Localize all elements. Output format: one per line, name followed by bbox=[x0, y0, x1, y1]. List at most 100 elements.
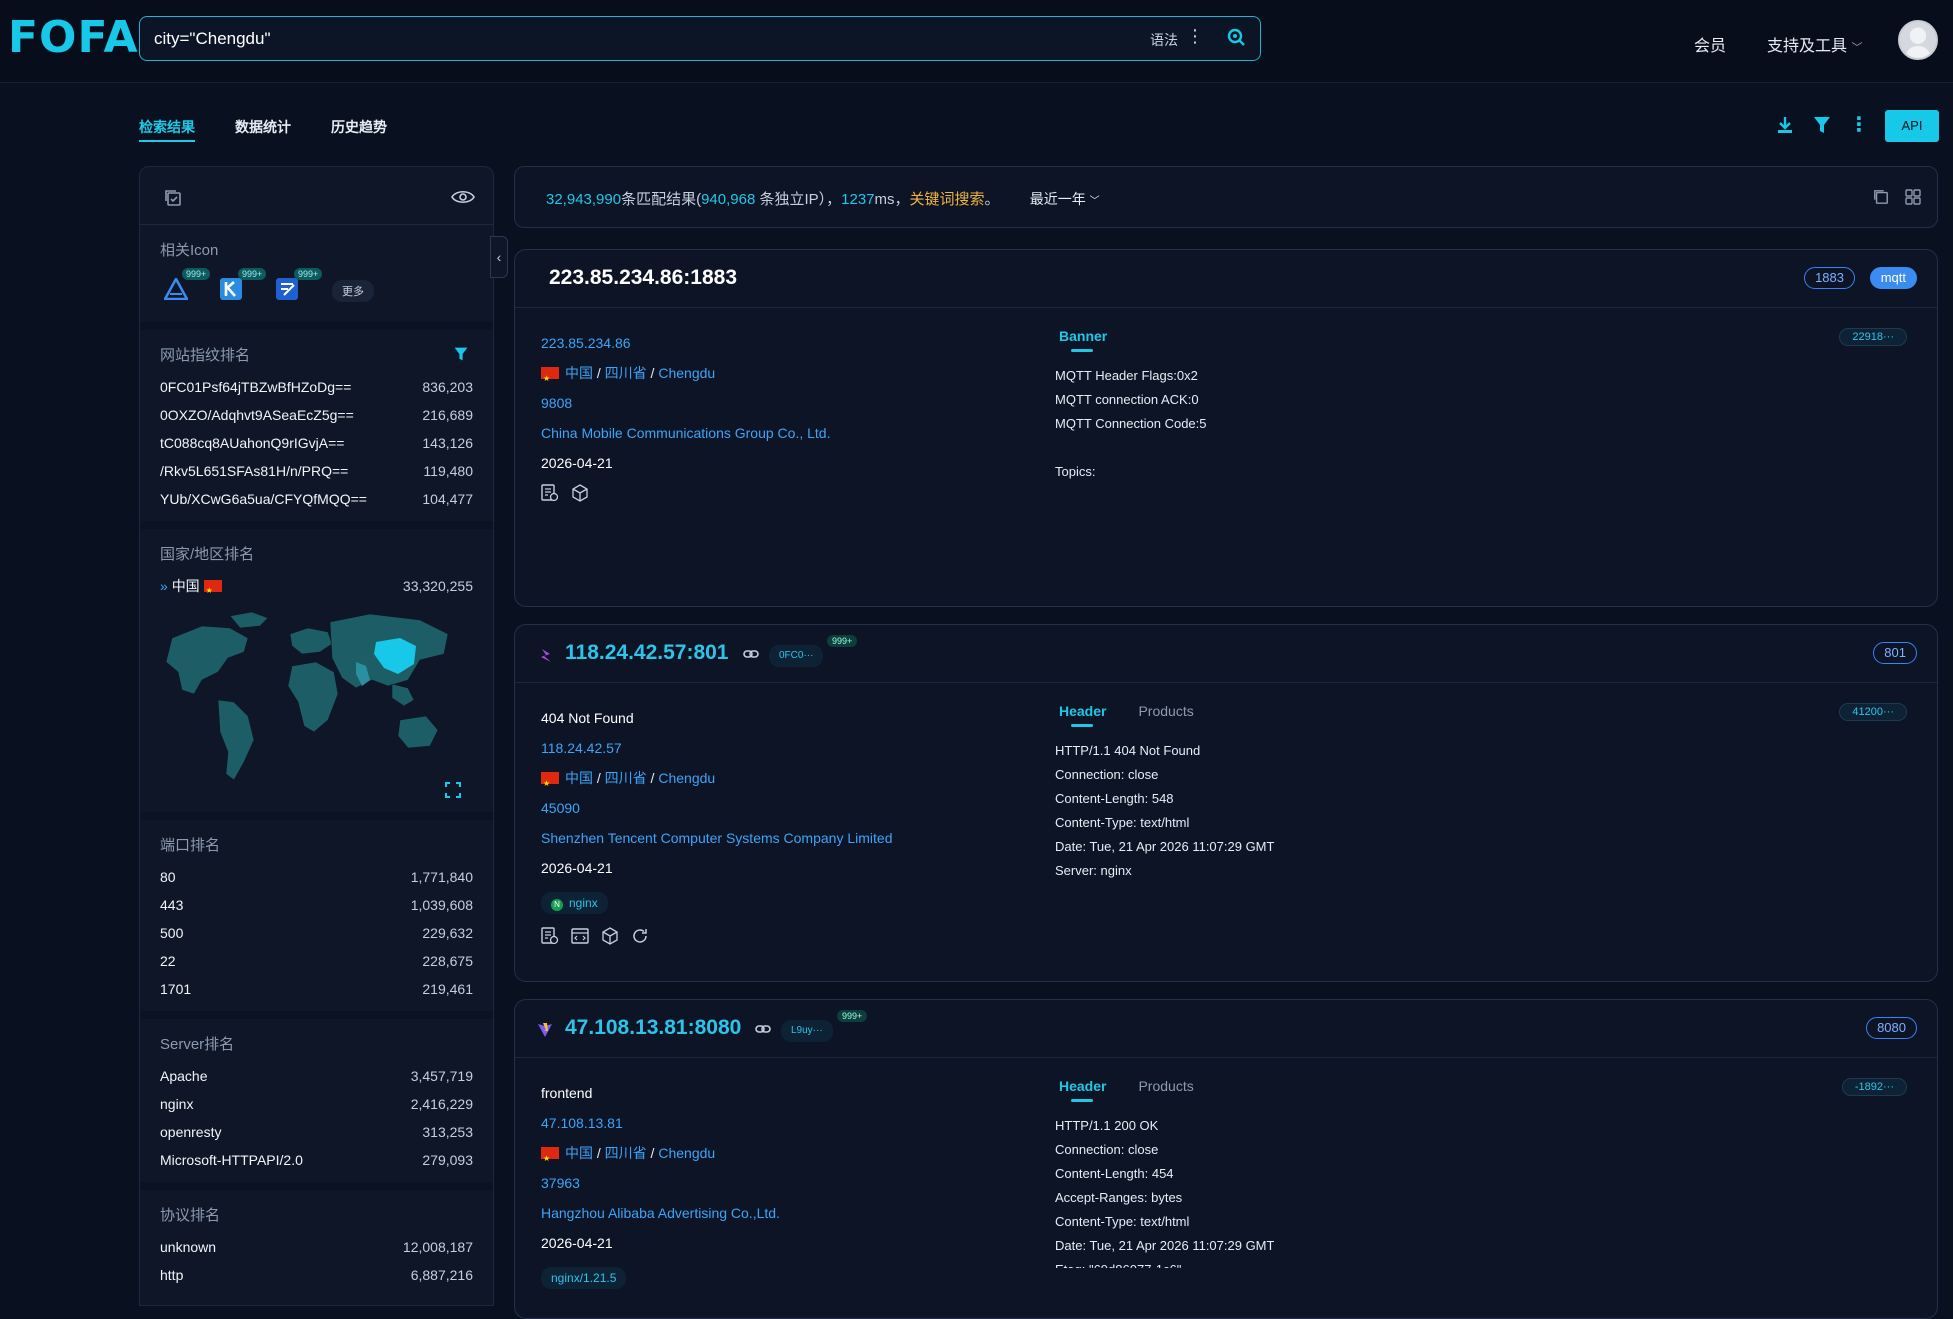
list-item[interactable]: 443 1,039,608 bbox=[160, 891, 473, 919]
list-item[interactable]: 500 229,632 bbox=[160, 919, 473, 947]
list-item[interactable]: Apache 3,457,719 bbox=[160, 1062, 473, 1090]
more-icons-button[interactable]: 更多 bbox=[332, 280, 374, 302]
ip-link[interactable]: 118.24.42.57 bbox=[541, 733, 892, 763]
port-badge[interactable]: 801 bbox=[1873, 642, 1917, 664]
city-link[interactable]: Chengdu bbox=[658, 1145, 715, 1161]
fofa-logo[interactable]: FOFA bbox=[8, 12, 139, 63]
tab-products[interactable]: Products bbox=[1138, 1078, 1193, 1100]
result-title[interactable]: 223.85.234.86:1883 bbox=[549, 266, 737, 290]
banner-content: MQTT Header Flags:0x2 MQTT connection AC… bbox=[1055, 368, 1207, 479]
collapse-sidebar-button[interactable]: ‹ bbox=[490, 236, 508, 278]
country-row[interactable]: » 中国 33,320,255 bbox=[160, 572, 473, 605]
port-badge[interactable]: 8080 bbox=[1866, 1017, 1917, 1039]
list-item[interactable]: 1701 219,461 bbox=[160, 975, 473, 1003]
id-badge[interactable]: 22918··· bbox=[1839, 328, 1907, 346]
ip-link[interactable]: 47.108.13.81 bbox=[541, 1108, 780, 1138]
city-link[interactable]: Chengdu bbox=[658, 770, 715, 786]
country-link[interactable]: 中国 bbox=[565, 365, 593, 381]
fingerprint-chip[interactable]: 0FC0··· bbox=[769, 645, 824, 667]
tab-products[interactable]: Products bbox=[1138, 703, 1193, 725]
world-map[interactable] bbox=[160, 604, 473, 804]
list-item[interactable]: openresty 313,253 bbox=[160, 1118, 473, 1146]
more-options-icon[interactable]: ⋮ bbox=[1186, 26, 1204, 47]
province-link[interactable]: 四川省 bbox=[605, 365, 647, 381]
asn-link[interactable]: 37963 bbox=[541, 1168, 780, 1198]
id-badge[interactable]: 41200··· bbox=[1839, 703, 1907, 721]
country-link[interactable]: 中国 bbox=[565, 770, 593, 786]
list-item[interactable]: nginx 2,416,229 bbox=[160, 1090, 473, 1118]
list-item[interactable]: 80 1,771,840 bbox=[160, 863, 473, 891]
tab-banner[interactable]: Banner bbox=[1059, 328, 1107, 352]
code-icon[interactable] bbox=[571, 927, 589, 945]
product-tag[interactable]: nginx/1.21.5 bbox=[541, 1267, 627, 1289]
province-link[interactable]: 四川省 bbox=[605, 770, 647, 786]
protocol-section-title: 协议排名 bbox=[160, 1207, 221, 1224]
search-box[interactable]: city="Chengdu" 语法 ⋮ bbox=[139, 16, 1261, 61]
copy-icon[interactable] bbox=[1873, 189, 1889, 205]
org-link[interactable]: Shenzhen Tencent Computer Systems Compan… bbox=[541, 823, 892, 853]
org-link[interactable]: China Mobile Communications Group Co., L… bbox=[541, 418, 830, 448]
city-link[interactable]: Chengdu bbox=[658, 365, 715, 381]
list-item[interactable]: 22 228,675 bbox=[160, 947, 473, 975]
copy-icon[interactable] bbox=[164, 189, 182, 207]
result-title[interactable]: 118.24.42.57:801 bbox=[565, 641, 729, 665]
china-flag-icon bbox=[541, 1144, 559, 1174]
ip-link[interactable]: 223.85.234.86 bbox=[541, 328, 830, 358]
link-icon[interactable] bbox=[743, 649, 759, 659]
member-link[interactable]: 会员 bbox=[1694, 32, 1726, 56]
cube-icon[interactable] bbox=[601, 927, 619, 945]
edit-logo-icon bbox=[276, 278, 298, 300]
time-range-select[interactable]: 最近一年 ﹀ bbox=[1030, 191, 1100, 207]
syntax-button[interactable]: 语法 bbox=[1150, 30, 1178, 50]
link-icon[interactable] bbox=[755, 1024, 771, 1034]
related-icon-3[interactable]: 999+ bbox=[276, 268, 323, 304]
toolbar: ⋮ bbox=[1775, 112, 1869, 137]
cert-icon[interactable] bbox=[541, 927, 559, 945]
list-item[interactable]: 0OXZO/Adqhvt9ASeaEcZ5g== 216,689 bbox=[160, 401, 473, 429]
more-icon[interactable]: ⋮ bbox=[1849, 112, 1869, 137]
list-item[interactable]: unknown 12,008,187 bbox=[160, 1233, 473, 1261]
tab-header[interactable]: Header bbox=[1059, 703, 1106, 727]
related-icon-1[interactable]: 999+ bbox=[162, 268, 211, 304]
list-item[interactable]: tC088cq8AUahonQ9rIGvjA== 143,126 bbox=[160, 429, 473, 457]
fingerprint-section-title: 网站指纹排名 bbox=[160, 344, 473, 365]
download-icon[interactable] bbox=[1775, 115, 1795, 135]
org-link[interactable]: Hangzhou Alibaba Advertising Co.,Ltd. bbox=[541, 1198, 780, 1228]
asn-link[interactable]: 45090 bbox=[541, 793, 892, 823]
search-icon[interactable] bbox=[1226, 27, 1246, 47]
tab-statistics[interactable]: 数据统计 bbox=[235, 117, 291, 145]
province-link[interactable]: 四川省 bbox=[605, 1145, 647, 1161]
api-button[interactable]: API bbox=[1885, 110, 1939, 142]
expand-icon[interactable]: » bbox=[160, 578, 168, 594]
port-badge[interactable]: 1883 bbox=[1804, 267, 1855, 289]
avatar[interactable] bbox=[1898, 20, 1938, 60]
result-title[interactable]: 47.108.13.81:8080 bbox=[565, 1016, 741, 1040]
keyword-search-link[interactable]: 关键词搜索 bbox=[910, 191, 985, 208]
search-input[interactable]: city="Chengdu" bbox=[154, 29, 271, 49]
tab-header[interactable]: Header bbox=[1059, 1078, 1106, 1102]
eye-icon[interactable] bbox=[451, 189, 475, 205]
country-link[interactable]: 中国 bbox=[565, 1145, 593, 1161]
fingerprint-chip[interactable]: L9uy··· bbox=[781, 1020, 833, 1042]
list-item[interactable]: http 6,887,216 bbox=[160, 1261, 473, 1289]
list-item[interactable]: 0FC01Psf64jTBZwBfHZoDg== 836,203 bbox=[160, 373, 473, 401]
asn-link[interactable]: 9808 bbox=[541, 388, 830, 418]
protocol-badge[interactable]: mqtt bbox=[1869, 267, 1917, 289]
filter-icon[interactable] bbox=[1813, 115, 1831, 135]
product-tag[interactable]: Nnginx bbox=[541, 892, 608, 914]
cert-icon[interactable] bbox=[541, 484, 559, 502]
cube-icon[interactable] bbox=[571, 484, 589, 502]
list-item[interactable]: YUb/XCwG6a5ua/CFYQfMQQ== 104,477 bbox=[160, 485, 473, 513]
chevron-left-icon: ‹ bbox=[496, 249, 502, 265]
fullscreen-icon[interactable] bbox=[445, 782, 461, 798]
list-item[interactable]: /Rkv5L651SFAs81H/n/PRQ== 119,480 bbox=[160, 457, 473, 485]
refresh-icon[interactable] bbox=[631, 927, 649, 945]
related-icon-2[interactable]: 999+ bbox=[220, 268, 267, 304]
tools-menu-label: 支持及工具 bbox=[1767, 38, 1848, 55]
grid-view-icon[interactable] bbox=[1905, 189, 1921, 205]
tools-menu[interactable]: 支持及工具 ﹀ bbox=[1767, 32, 1862, 56]
id-badge[interactable]: -1892··· bbox=[1841, 1078, 1907, 1096]
tab-history[interactable]: 历史趋势 bbox=[331, 117, 387, 145]
list-item[interactable]: Microsoft-HTTPAPI/2.0 279,093 bbox=[160, 1146, 473, 1174]
filter-icon[interactable] bbox=[453, 346, 469, 362]
